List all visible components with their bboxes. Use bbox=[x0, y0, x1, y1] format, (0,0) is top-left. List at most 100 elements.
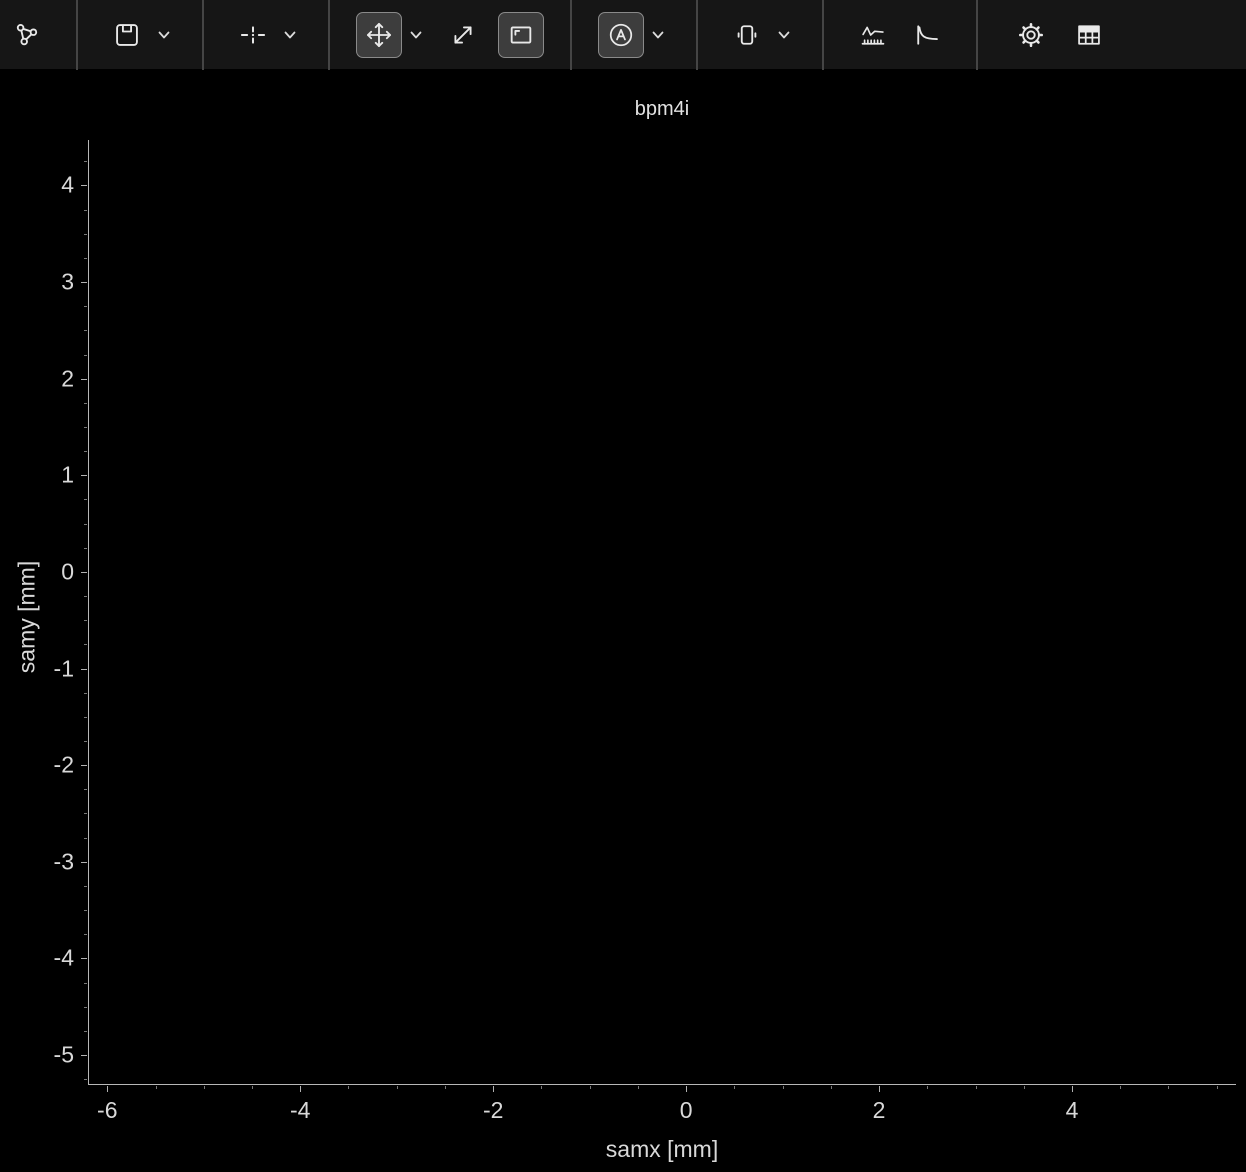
y-major-tick bbox=[81, 1055, 87, 1056]
x-major-tick bbox=[686, 1086, 687, 1092]
y-minor-tick bbox=[84, 886, 87, 887]
x-major-tick bbox=[300, 1086, 301, 1092]
x-minor-tick bbox=[445, 1086, 446, 1089]
y-tick-label: 2 bbox=[61, 365, 74, 392]
toolbar-separator bbox=[696, 0, 698, 70]
plot-title: bpm4i bbox=[635, 98, 689, 121]
curve-settings-button[interactable] bbox=[904, 12, 950, 58]
y-tick-label: 4 bbox=[61, 172, 74, 199]
x-minor-tick bbox=[1168, 1086, 1169, 1089]
y-minor-tick bbox=[84, 934, 87, 935]
toolbar-separator bbox=[822, 0, 824, 70]
chevron-down-icon bbox=[282, 27, 298, 43]
y-minor-tick bbox=[84, 620, 87, 621]
y-major-tick bbox=[81, 862, 87, 863]
y-minor-tick bbox=[84, 1079, 87, 1080]
y-minor-tick bbox=[84, 741, 87, 742]
y-minor-tick bbox=[84, 161, 87, 162]
save-icon bbox=[113, 21, 141, 49]
fft-button[interactable] bbox=[850, 12, 896, 58]
y-minor-tick bbox=[84, 234, 87, 235]
toolbar-separator bbox=[976, 0, 978, 70]
y-major-tick bbox=[81, 185, 87, 186]
y-tick-label: -2 bbox=[54, 752, 74, 779]
y-tick-label: -4 bbox=[54, 945, 74, 972]
auto-range-button[interactable] bbox=[598, 12, 644, 58]
x-tick-label: -4 bbox=[290, 1097, 310, 1124]
x-minor-tick bbox=[734, 1086, 735, 1089]
x-major-tick bbox=[1072, 1086, 1073, 1092]
table-button[interactable] bbox=[1066, 12, 1112, 58]
plot-region: bpm4i -6-4-202443210-1-2-3-4-5 samx [mm]… bbox=[0, 70, 1246, 1172]
chevron-down-icon bbox=[650, 27, 666, 43]
y-minor-tick bbox=[84, 451, 87, 452]
x-minor-tick bbox=[541, 1086, 542, 1089]
application-window: bpm4i -6-4-202443210-1-2-3-4-5 samx [mm]… bbox=[0, 0, 1246, 1172]
x-tick-label: 2 bbox=[873, 1097, 886, 1124]
chevron-down-icon bbox=[776, 27, 792, 43]
x-minor-tick bbox=[204, 1086, 205, 1089]
y-major-tick bbox=[81, 379, 87, 380]
x-axis-label: samx [mm] bbox=[606, 1136, 718, 1163]
y-minor-tick bbox=[84, 403, 87, 404]
y-minor-tick bbox=[84, 813, 87, 814]
y-major-tick bbox=[81, 475, 87, 476]
nodes-icon bbox=[13, 21, 41, 49]
y-tick-label: -3 bbox=[54, 848, 74, 875]
y-major-tick bbox=[81, 572, 87, 573]
y-minor-tick bbox=[84, 596, 87, 597]
x-minor-tick bbox=[156, 1086, 157, 1089]
y-minor-tick bbox=[84, 910, 87, 911]
x-tick-label: -6 bbox=[97, 1097, 117, 1124]
y-minor-tick bbox=[84, 644, 87, 645]
auto-a-icon bbox=[607, 21, 635, 49]
y-major-tick bbox=[81, 765, 87, 766]
toolbar bbox=[0, 0, 1246, 70]
x-minor-tick bbox=[1120, 1086, 1121, 1089]
move-icon bbox=[365, 21, 393, 49]
frame-icon bbox=[507, 21, 535, 49]
x-minor-tick bbox=[1217, 1086, 1218, 1089]
x-tick-label: -2 bbox=[483, 1097, 503, 1124]
y-tick-label: 0 bbox=[61, 558, 74, 585]
curve-icon bbox=[913, 21, 941, 49]
chevron-down-icon bbox=[408, 27, 424, 43]
pan-dropdown-chevron[interactable] bbox=[404, 12, 428, 58]
x-minor-tick bbox=[638, 1086, 639, 1089]
device-button[interactable] bbox=[724, 12, 770, 58]
settings-button[interactable] bbox=[1008, 12, 1054, 58]
resize-button[interactable] bbox=[440, 12, 486, 58]
resize-arrow-icon bbox=[449, 21, 477, 49]
pan-mode-button[interactable] bbox=[356, 12, 402, 58]
y-minor-tick bbox=[84, 693, 87, 694]
auto-range-dropdown-chevron[interactable] bbox=[646, 12, 670, 58]
x-minor-tick bbox=[252, 1086, 253, 1089]
toolbar-separator bbox=[570, 0, 572, 70]
chevron-down-icon bbox=[156, 27, 172, 43]
x-minor-tick bbox=[976, 1086, 977, 1089]
crosshair-button[interactable] bbox=[230, 12, 276, 58]
x-minor-tick bbox=[1024, 1086, 1025, 1089]
y-minor-tick bbox=[84, 1031, 87, 1032]
x-minor-tick bbox=[927, 1086, 928, 1089]
x-major-tick bbox=[493, 1086, 494, 1092]
y-axis-label: samy [mm] bbox=[14, 561, 41, 673]
y-minor-tick bbox=[84, 210, 87, 211]
y-minor-tick bbox=[84, 524, 87, 525]
save-button[interactable] bbox=[104, 12, 150, 58]
plot-canvas[interactable] bbox=[88, 140, 1236, 1085]
y-minor-tick bbox=[84, 355, 87, 356]
toolbar-separator bbox=[202, 0, 204, 70]
device-dropdown-chevron[interactable] bbox=[772, 12, 796, 58]
y-minor-tick bbox=[84, 306, 87, 307]
y-major-tick bbox=[81, 282, 87, 283]
connections-button[interactable] bbox=[4, 12, 50, 58]
y-minor-tick bbox=[84, 499, 87, 500]
y-tick-label: 3 bbox=[61, 269, 74, 296]
y-minor-tick bbox=[84, 330, 87, 331]
y-major-tick bbox=[81, 958, 87, 959]
fit-frame-button[interactable] bbox=[498, 12, 544, 58]
crosshair-dropdown-chevron[interactable] bbox=[278, 12, 302, 58]
save-dropdown-chevron[interactable] bbox=[152, 12, 176, 58]
y-minor-tick bbox=[84, 838, 87, 839]
